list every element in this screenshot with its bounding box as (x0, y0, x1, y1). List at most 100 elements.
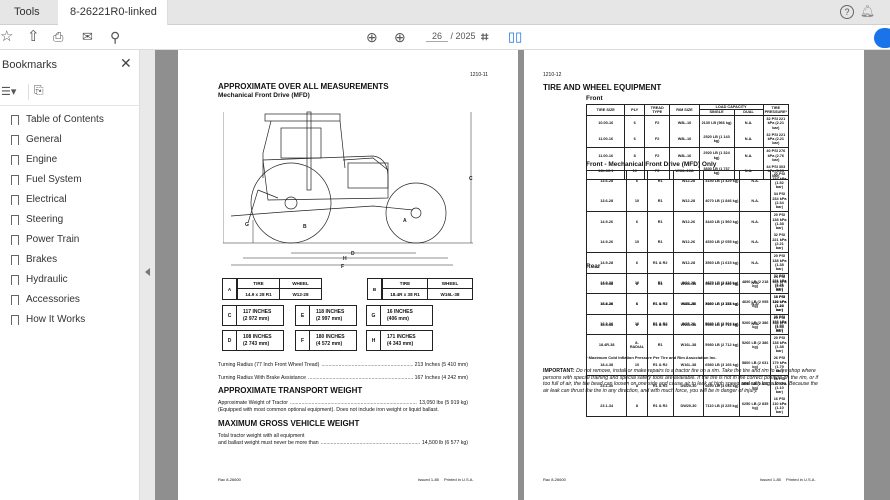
table-row: 18.4-38 8 R1 & R2 W16L-38 5980 LB (2 712 kg)… (585, 314, 790, 335)
bookmark-item[interactable]: Table of Contents (0, 110, 140, 130)
bookmark-item[interactable]: Engine (0, 150, 140, 170)
bookmark-label: Brakes (26, 254, 58, 265)
table-cell: 40 PSI 276 kPa (2.76 bar) (762, 146, 790, 164)
table-cell: 2130 LB (966 kg) (698, 115, 735, 132)
table-cell: 5260 LB (2 386 kg) (739, 335, 771, 355)
table-row: 13.6-28 6 R1 W12-28 3150 LB (1 429 kg) N.A. 22… (585, 170, 790, 191)
page-total: / 2025 (450, 31, 476, 41)
column-header: RIM SIZE (669, 104, 700, 116)
footer-printed: Printed in U.S.A. (786, 477, 816, 482)
table-cell: 22 PSI 152 kPa (1.52 bar) (769, 170, 790, 191)
bookmark-item[interactable]: General (0, 130, 140, 150)
wheel-header: WHEEL (427, 279, 472, 289)
table-cell: N.A. (739, 211, 771, 232)
label-h: H (343, 256, 347, 262)
table-row: 15.9-38 8 R1 W16L-38 5560 LB (2 522 kg) 4890 … (585, 273, 790, 294)
gross-weight-row: and ballast weight must never be more th… (218, 440, 468, 446)
bookmark-icon (11, 295, 19, 306)
table-cell: 13.6-28 (585, 170, 628, 191)
section-heading: MAXIMUM GROSS VEHICLE WEIGHT (218, 419, 360, 428)
label: Turning Radius With Brake Assistance (218, 375, 307, 381)
bookmark-item[interactable]: Accessories (0, 290, 140, 310)
table-cell: 10 (626, 232, 648, 253)
table-cell: 5260 LB (2 386 kg) (739, 314, 771, 335)
toolbar: ☆ ⇧ ⎙ ✉ ⚲ ⊕ ⊕ 26 / 2025 ⌗ ▯▯ (0, 25, 890, 50)
important-label: IMPORTANT: (543, 368, 575, 374)
table-cell: 34 PSI 234 kPa (2.34 bar) (769, 191, 790, 212)
bookmark-options-icon[interactable]: ☰▾ (1, 85, 16, 98)
bookmark-item[interactable]: Hydraulic (0, 270, 140, 290)
upload-cloud-icon[interactable]: ⇧ (27, 28, 40, 46)
label-c: C (469, 176, 473, 182)
bookmark-item[interactable]: Brakes (0, 250, 140, 270)
print-icon[interactable]: ⎙ (53, 28, 63, 46)
table-cell: 6 (626, 170, 648, 191)
page-number-input[interactable]: 26 (426, 31, 448, 42)
important-notice: IMPORTANT: Do not remove, install or mak… (543, 368, 825, 394)
zoom-search-icon[interactable]: ⚲ (110, 28, 120, 46)
bookmark-item[interactable]: Fuel System (0, 170, 140, 190)
page-indicator: 26 / 2025 (426, 31, 476, 42)
label-d: D (351, 251, 355, 257)
inches: 16 INCHES (387, 308, 413, 315)
bookmark-label: Power Train (26, 234, 80, 245)
gross-weight-line: Total tractor weight with all equipment (218, 433, 305, 439)
bookmark-label: Table of Contents (26, 114, 104, 125)
table-cell: 32 PSI 221 kPa (2.21 bar) (769, 232, 790, 253)
section-heading: APPROXIMATE TRANSPORT WEIGHT (218, 386, 363, 395)
tab-tools[interactable]: Tools (14, 0, 40, 25)
tab-document[interactable]: 8-26221R0-linked p...× (58, 0, 168, 43)
find-bookmark-icon[interactable]: ⎘ (34, 83, 44, 98)
inches: 118 INCHES (316, 308, 345, 315)
measurement-box: E 118 INCHES (2 997 mm) (295, 305, 357, 326)
email-icon[interactable]: ✉ (82, 28, 93, 46)
two-page-view-icon[interactable]: ▯▯ (508, 28, 522, 46)
footer-left: Rac 8-26600 (543, 477, 566, 482)
bookmark-label: Electrical (26, 194, 67, 205)
share-button[interactable] (874, 28, 890, 48)
previous-page-icon[interactable]: ⊕ (366, 28, 378, 46)
close-panel-icon[interactable]: ✕ (120, 55, 132, 72)
table-cell: 8 (626, 396, 648, 417)
bookmarks-panel: Bookmarks ✕ ☰▾ ⎘ Table of Contents Genera… (0, 50, 140, 500)
bookmark-item[interactable]: How It Works (0, 310, 140, 330)
tire-header: TIRE (237, 279, 279, 289)
table-cell: W12-28 (672, 170, 705, 191)
table-row: 14.9-26 6 R1 W12-26 3440 LB (1 560 kg) N.A. 20… (585, 211, 790, 232)
table-cell: N.A. (733, 146, 764, 164)
bookmark-label: Fuel System (26, 174, 82, 185)
box-letter: F (296, 331, 310, 350)
table-cell: W8L-16 (669, 115, 700, 132)
table-cell: 8 (626, 273, 648, 294)
table-cell: N.A. (733, 115, 764, 132)
help-icon[interactable]: ? (840, 5, 854, 19)
footer-issued: Issued 1-85 (418, 477, 439, 482)
bookmark-item[interactable]: Steering (0, 210, 140, 230)
table-cell: 2520 LB (1 143 kg) (698, 131, 735, 148)
bookmark-item[interactable]: Power Train (0, 230, 140, 250)
table-cell: F2 (643, 131, 671, 148)
value: 213 Inches (5 410 mm) (414, 362, 468, 368)
bookmark-icon (11, 115, 19, 126)
value: 13,050 lbs (5 919 kg) (419, 400, 468, 406)
fit-page-icon[interactable]: ⌗ (481, 28, 488, 46)
collapse-arrow-icon[interactable] (145, 268, 150, 276)
panel-splitter[interactable] (140, 50, 155, 500)
bookmark-label: Steering (26, 214, 64, 225)
next-page-icon[interactable]: ⊕ (394, 28, 406, 46)
table-cell: 5980 LB (2 712 kg) (703, 335, 741, 355)
table-cell: 10.00-16 (585, 115, 626, 132)
tractor-diagram: E C A B G D H F (223, 111, 473, 270)
wheel-header: WHEEL (279, 279, 321, 289)
inches: 108 INCHES (243, 333, 272, 340)
important-text: Do not remove, install or make repairs t… (543, 368, 819, 394)
bell-icon[interactable]: 🔔︎ (860, 4, 875, 18)
star-icon[interactable]: ☆ (0, 28, 13, 46)
table-section-title: Front (586, 95, 603, 102)
table-cell: 6 (626, 211, 648, 232)
millimeters: (2 972 mm) (243, 315, 270, 322)
table-row: 18.4R-38 8-RADIAL R1 W16L-38 5980 LB (2 712 … (585, 335, 790, 355)
bookmark-item[interactable]: Electrical (0, 190, 140, 210)
table-cell: 13.6-28 (585, 191, 628, 212)
bookmark-icon (11, 175, 19, 186)
